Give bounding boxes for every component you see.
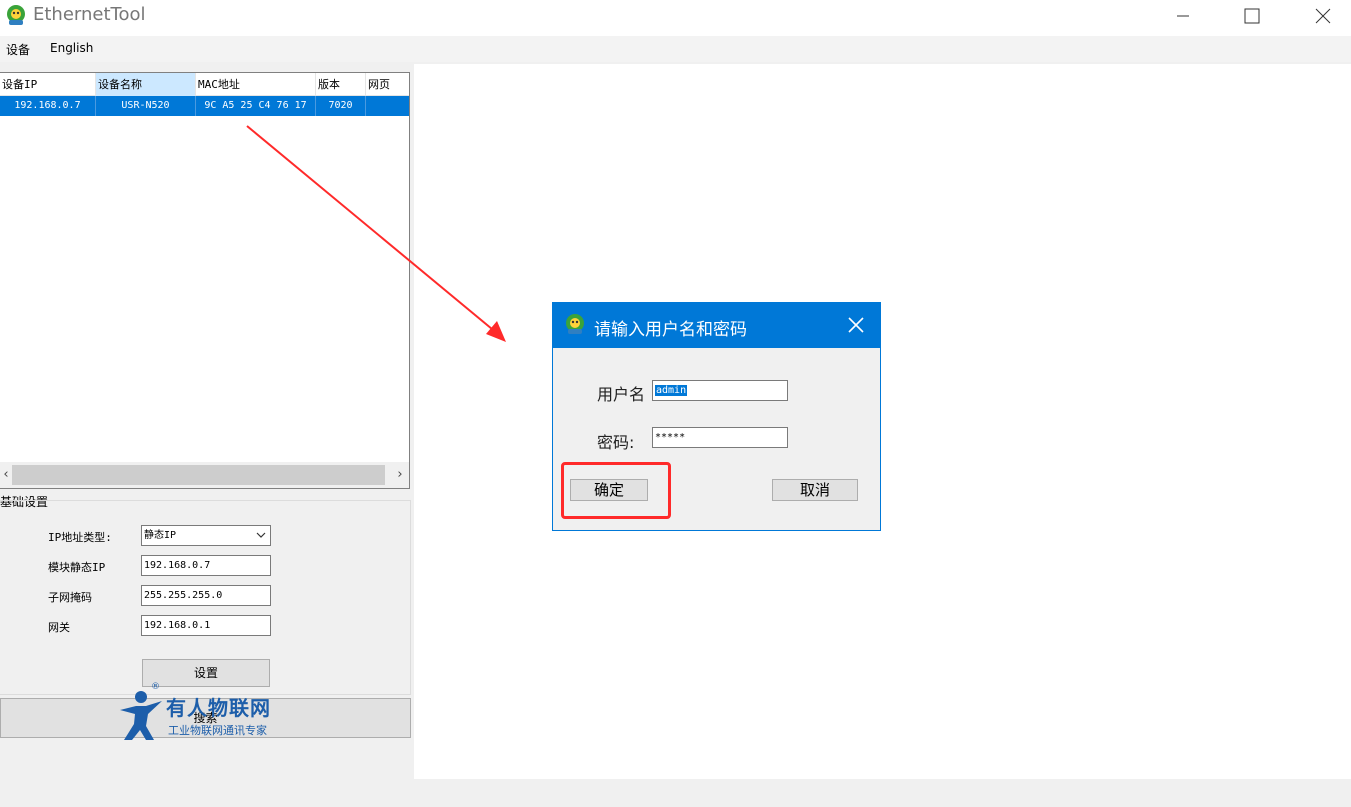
app-icon bbox=[566, 314, 584, 334]
username-field[interactable]: admin bbox=[652, 380, 788, 401]
annotation-highlight-box bbox=[561, 462, 671, 519]
dialog-close-button[interactable] bbox=[842, 311, 870, 339]
dialog-title-bar: 请输入用户名和密码 bbox=[553, 303, 880, 348]
close-icon bbox=[848, 317, 864, 333]
dialog-title: 请输入用户名和密码 bbox=[594, 320, 747, 340]
username-value: admin bbox=[655, 385, 688, 396]
password-field[interactable]: ***** bbox=[652, 427, 788, 448]
username-label: 用户名 bbox=[597, 385, 646, 404]
password-label: 密码: bbox=[597, 433, 635, 452]
cancel-button[interactable]: 取消 bbox=[772, 479, 858, 501]
